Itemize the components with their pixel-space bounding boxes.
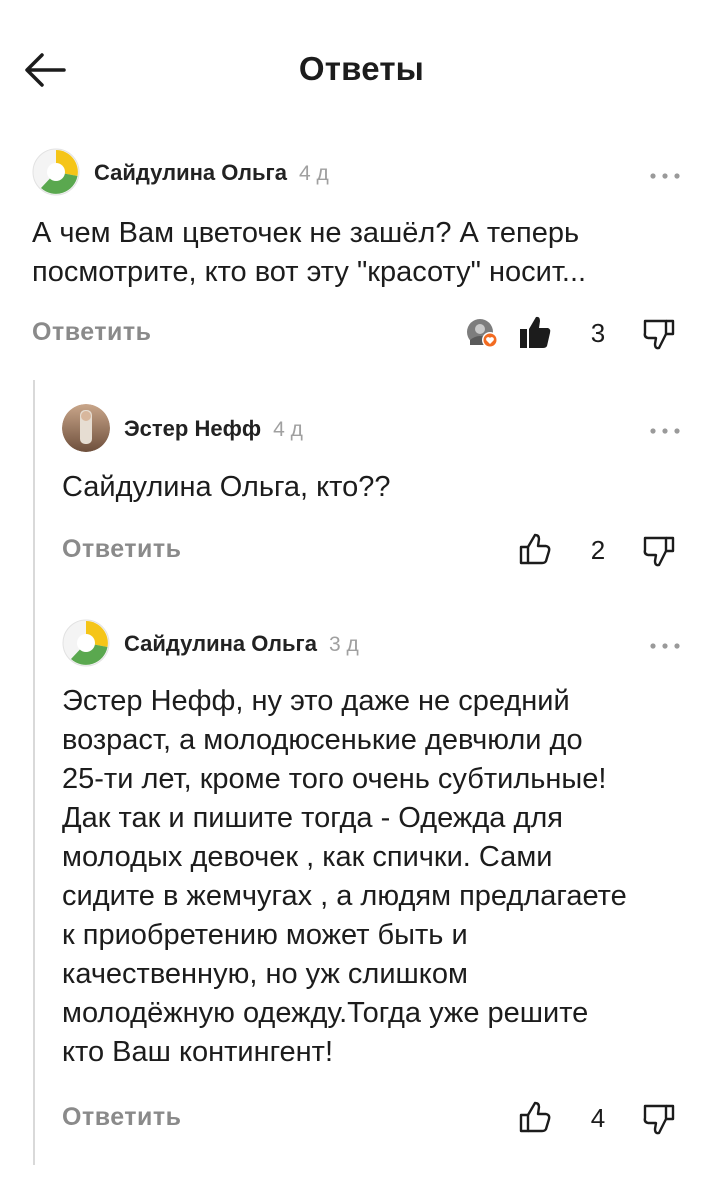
like-button[interactable]: [518, 532, 552, 571]
thumbs-up-icon: [520, 316, 551, 348]
page-title: Ответы: [298, 50, 425, 87]
more-dots-icon: [650, 428, 680, 434]
comment-time: 4 д: [298, 162, 329, 185]
comment-author[interactable]: Сайдулина Ольга 4 д: [94, 160, 329, 186]
like-count: 2: [590, 535, 606, 565]
thumbs-up-icon: [519, 1101, 551, 1133]
comment-text: Эстер Нефф, ну это даже не средний возра…: [62, 685, 627, 1068]
more-button[interactable]: [648, 638, 682, 656]
more-button[interactable]: [648, 168, 682, 186]
user-photo-icon: [62, 404, 110, 452]
comment-text: А чем Вам цветочек не зашёл? А теперь по…: [32, 217, 587, 288]
like-button[interactable]: [518, 1100, 552, 1139]
comment-author[interactable]: Эстер Нефф 4 д: [124, 416, 303, 442]
author-name[interactable]: Сайдулина Ольга: [124, 631, 317, 656]
more-button[interactable]: [648, 423, 682, 441]
avatar-logo-icon: [32, 148, 80, 196]
thumbs-down-icon: [643, 319, 675, 350]
author-name[interactable]: Сайдулина Ольга: [94, 160, 287, 185]
author-name[interactable]: Эстер Нефф: [124, 416, 261, 441]
dislike-button[interactable]: [642, 535, 676, 574]
dislike-button[interactable]: [642, 318, 676, 357]
like-count: 3: [590, 318, 606, 348]
comment-time: 3 д: [328, 633, 359, 656]
reply-button[interactable]: Ответить: [62, 535, 182, 564]
comment-time: 4 д: [273, 418, 303, 441]
reactions-avatars[interactable]: [466, 318, 500, 350]
dislike-button[interactable]: [642, 1103, 676, 1142]
reply-button[interactable]: Ответить: [62, 1103, 182, 1132]
thread-line: [33, 380, 35, 1165]
like-count: 4: [590, 1103, 606, 1133]
avatar[interactable]: [62, 404, 110, 452]
thumbs-up-icon: [519, 533, 551, 565]
avatar-logo-icon: [62, 619, 110, 667]
more-dots-icon: [650, 643, 680, 649]
thumbs-down-icon: [643, 536, 675, 567]
reaction-avatar-icon: [467, 319, 498, 348]
avatar[interactable]: [32, 148, 80, 196]
thumbs-down-icon: [643, 1104, 675, 1135]
comment-author[interactable]: Сайдулина Ольга 3 д: [124, 631, 359, 657]
more-dots-icon: [650, 173, 680, 179]
reply-button[interactable]: Ответить: [32, 318, 152, 347]
avatar[interactable]: [62, 619, 110, 667]
comment-text: Сайдулина Ольга, кто??: [62, 471, 391, 503]
like-button[interactable]: [518, 314, 552, 355]
